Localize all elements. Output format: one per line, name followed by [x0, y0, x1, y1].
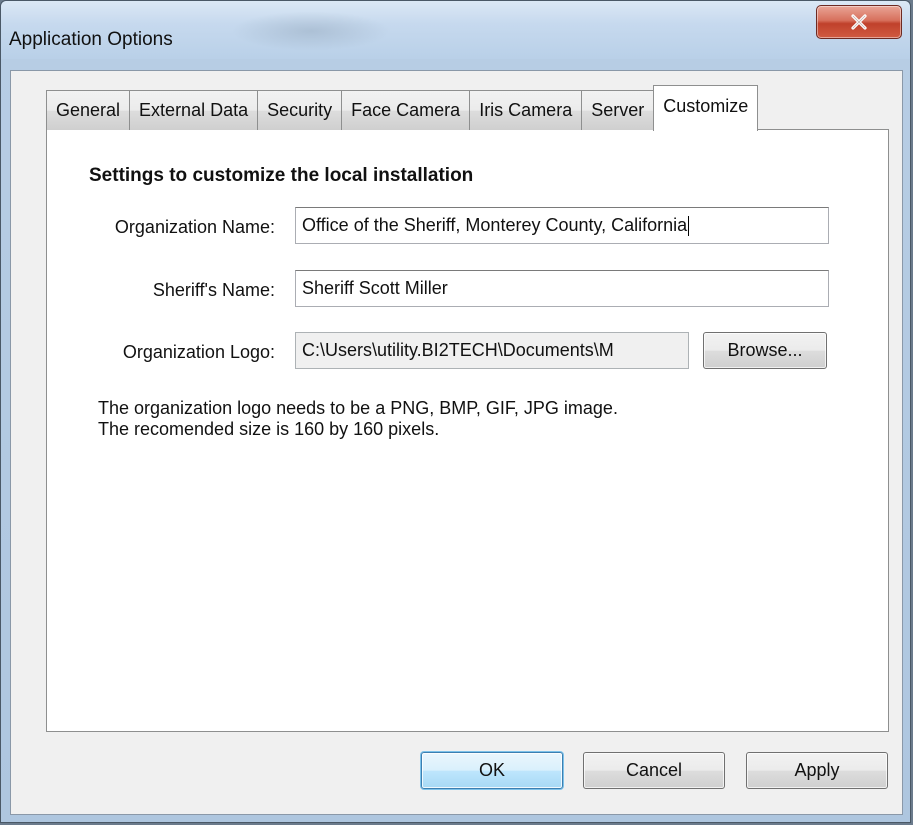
cancel-button[interactable]: Cancel: [583, 752, 725, 789]
ok-button[interactable]: OK: [421, 752, 563, 789]
org-name-value: Office of the Sheriff, Monterey County, …: [302, 215, 688, 235]
tab-face-camera[interactable]: Face Camera: [341, 90, 471, 130]
tab-strip: General External Data Security Face Came…: [46, 85, 759, 131]
tab-customize[interactable]: Customize: [653, 85, 759, 131]
org-logo-label: Organization Logo:: [122, 342, 275, 362]
org-name-field[interactable]: Office of the Sheriff, Monterey County, …: [295, 207, 829, 244]
sheriff-name-label: Sheriff's Name:: [152, 280, 275, 300]
tab-server[interactable]: Server: [581, 90, 655, 130]
window-title: Application Options: [9, 29, 173, 50]
browse-button[interactable]: Browse...: [703, 332, 827, 369]
section-heading: Settings to customize the local installa…: [89, 165, 474, 186]
tab-general[interactable]: General: [46, 90, 131, 130]
apply-button[interactable]: Apply: [746, 752, 888, 789]
tab-iris-camera[interactable]: Iris Camera: [469, 90, 583, 130]
org-name-label: Organization Name:: [114, 217, 275, 237]
logo-requirements-text: The organization logo needs to be a PNG,…: [98, 398, 618, 440]
text-caret: [688, 216, 690, 237]
close-button[interactable]: [816, 5, 902, 39]
org-logo-path-field[interactable]: C:\Users\utility.BI2TECH\Documents\M: [295, 332, 689, 369]
close-icon: [851, 14, 867, 30]
tab-security[interactable]: Security: [257, 90, 343, 130]
sheriff-name-field[interactable]: Sheriff Scott Miller: [295, 270, 829, 307]
info-line-2: The recomended size is 160 by 160 pixels…: [98, 419, 440, 439]
tab-external-data[interactable]: External Data: [129, 90, 259, 130]
info-line-1: The organization logo needs to be a PNG,…: [98, 398, 618, 418]
title-bar[interactable]: Application Options: [1, 1, 910, 59]
